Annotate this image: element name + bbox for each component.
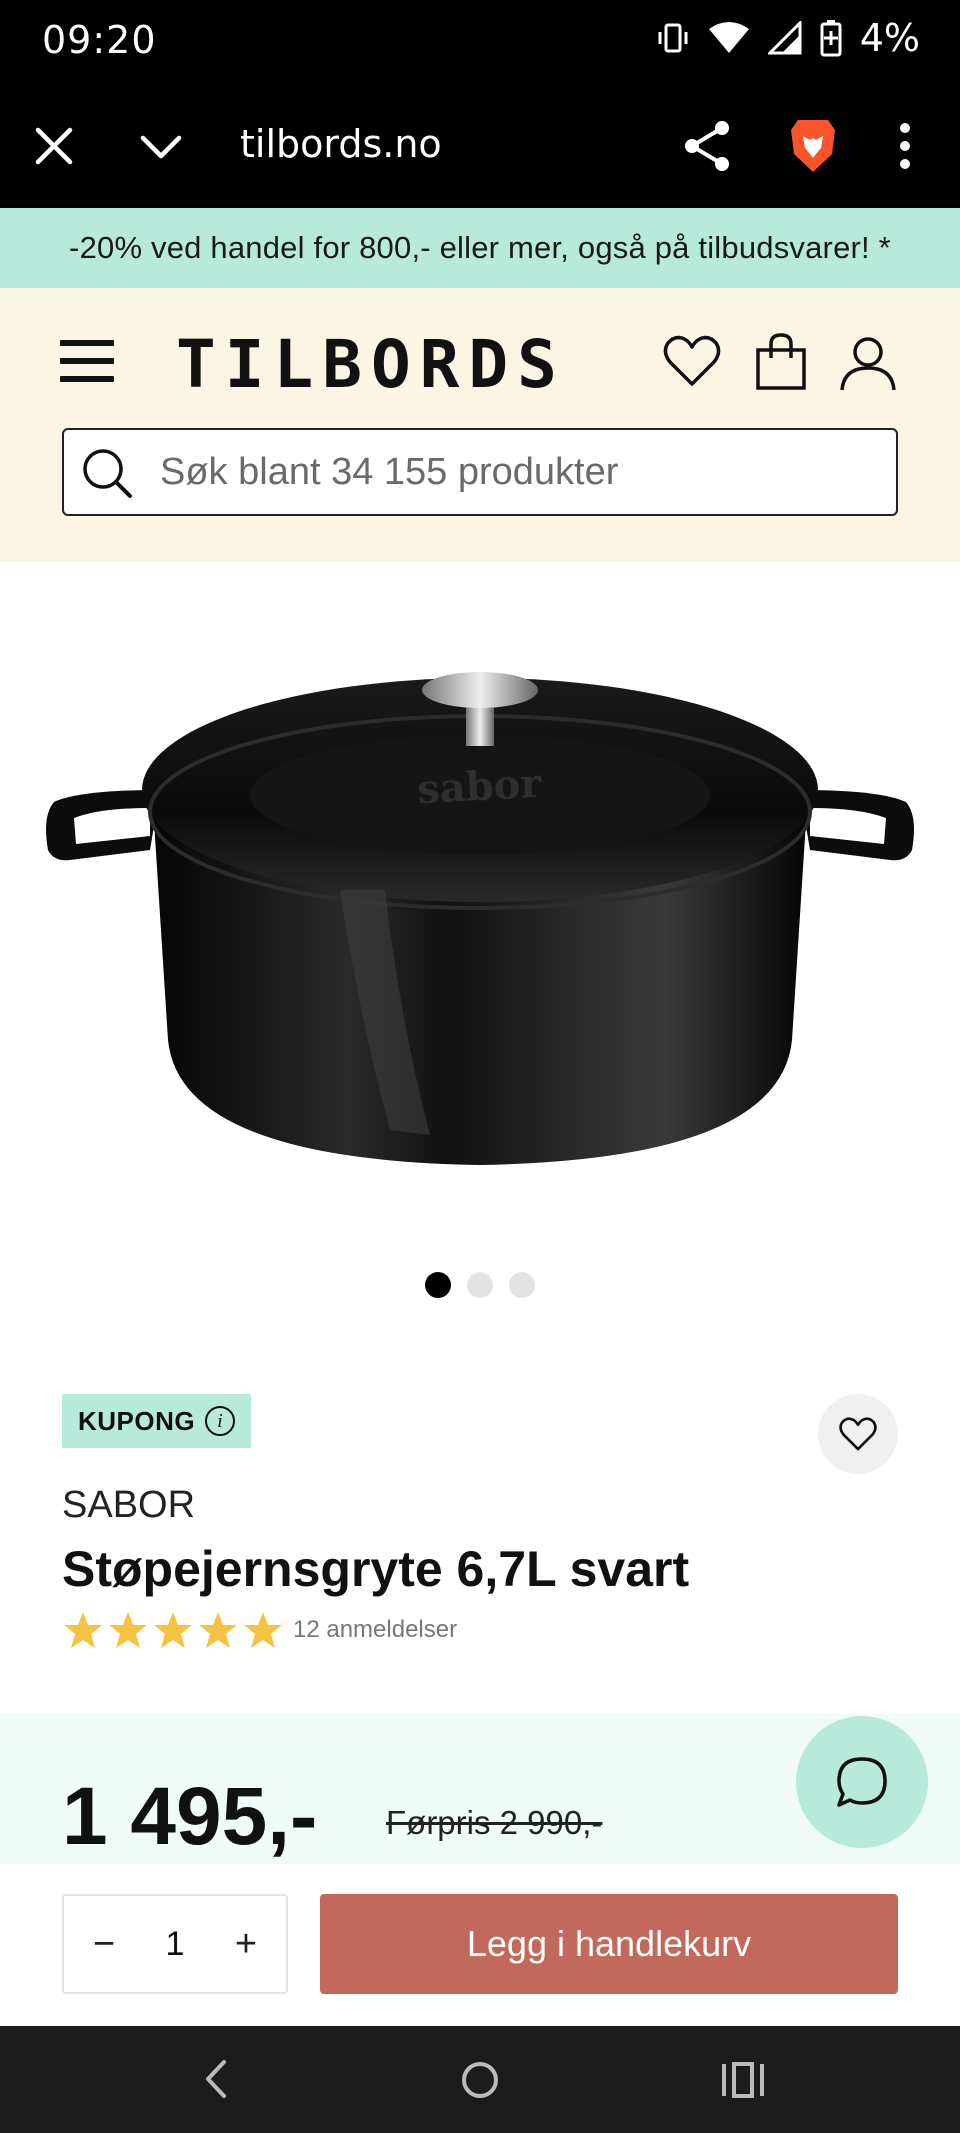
menu-icon[interactable]	[60, 340, 114, 386]
signal-icon	[767, 21, 802, 55]
brave-lion-icon[interactable]	[788, 116, 838, 176]
star-icon	[109, 1612, 147, 1648]
shopping-bag-icon[interactable]	[754, 332, 808, 392]
battery-percent: 4%	[859, 16, 920, 60]
search-bar[interactable]	[62, 428, 898, 516]
add-to-wishlist-button[interactable]	[818, 1394, 898, 1474]
quantity-decrease-button[interactable]: −	[84, 1923, 124, 1966]
add-to-cart-bar: − 1 + Legg i handlekurv	[0, 1864, 960, 2026]
product-title: Støpejernsgryte 6,7L svart	[62, 1541, 690, 1597]
product-rating[interactable]: 12 anmeldelser	[62, 1610, 457, 1650]
chat-icon	[837, 1757, 887, 1807]
star-icon	[199, 1612, 237, 1648]
review-count[interactable]: 12 anmeldelser	[293, 1616, 457, 1644]
quantity-increase-button[interactable]: +	[226, 1923, 266, 1966]
heart-icon	[839, 1417, 877, 1451]
user-icon[interactable]	[838, 334, 898, 392]
gallery-pagination	[0, 1272, 960, 1298]
more-vert-icon[interactable]	[890, 120, 920, 172]
search-icon[interactable]	[78, 444, 136, 502]
star-icon	[64, 1612, 102, 1648]
gallery-dot[interactable]	[425, 1272, 451, 1298]
back-icon[interactable]	[196, 2054, 236, 2104]
product-brand[interactable]: SABOR	[62, 1484, 195, 1527]
promo-banner[interactable]: -20% ved handel for 800,- eller mer, ogs…	[0, 208, 960, 288]
product-image[interactable]: sabor	[40, 640, 920, 1200]
status-time: 09:20	[42, 18, 157, 62]
gallery-dot[interactable]	[467, 1272, 493, 1298]
coupon-label: KUPONG	[78, 1405, 196, 1436]
add-to-cart-button[interactable]: Legg i handlekurv	[320, 1894, 898, 1994]
close-icon[interactable]	[30, 122, 78, 170]
home-icon[interactable]	[456, 2056, 504, 2104]
svg-text:sabor: sabor	[416, 760, 543, 813]
coupon-badge[interactable]: KUPONG i	[62, 1394, 252, 1448]
previous-price: Førpris 2 990,-	[386, 1804, 603, 1841]
status-icons: 4%	[656, 16, 920, 60]
heart-icon[interactable]	[662, 332, 722, 390]
current-price: 1 495,-	[62, 1771, 318, 1862]
chat-button[interactable]	[796, 1716, 928, 1848]
chevron-down-icon[interactable]	[138, 124, 184, 170]
info-icon[interactable]: i	[205, 1406, 236, 1436]
system-navigation-bar	[0, 2026, 960, 2133]
promo-text: -20% ved handel for 800,- eller mer, ogs…	[69, 230, 891, 265]
battery-icon	[820, 20, 842, 57]
quantity-value[interactable]: 1	[166, 1925, 185, 1964]
wifi-icon	[708, 22, 749, 53]
gallery-dot[interactable]	[509, 1272, 535, 1298]
quantity-stepper: − 1 +	[62, 1894, 288, 1994]
star-icon	[154, 1612, 192, 1648]
site-logo[interactable]: TILBORDS	[176, 326, 566, 403]
address-bar-url[interactable]: tilbords.no	[240, 122, 442, 166]
share-icon[interactable]	[682, 118, 732, 174]
star-icon	[244, 1612, 282, 1648]
search-input[interactable]	[160, 442, 880, 502]
status-bar: 09:20 4%	[0, 0, 960, 84]
recents-icon[interactable]	[720, 2058, 766, 2102]
vibrate-icon	[658, 23, 688, 53]
site-header: TILBORDS	[0, 288, 960, 562]
browser-toolbar: tilbords.no	[0, 84, 960, 208]
